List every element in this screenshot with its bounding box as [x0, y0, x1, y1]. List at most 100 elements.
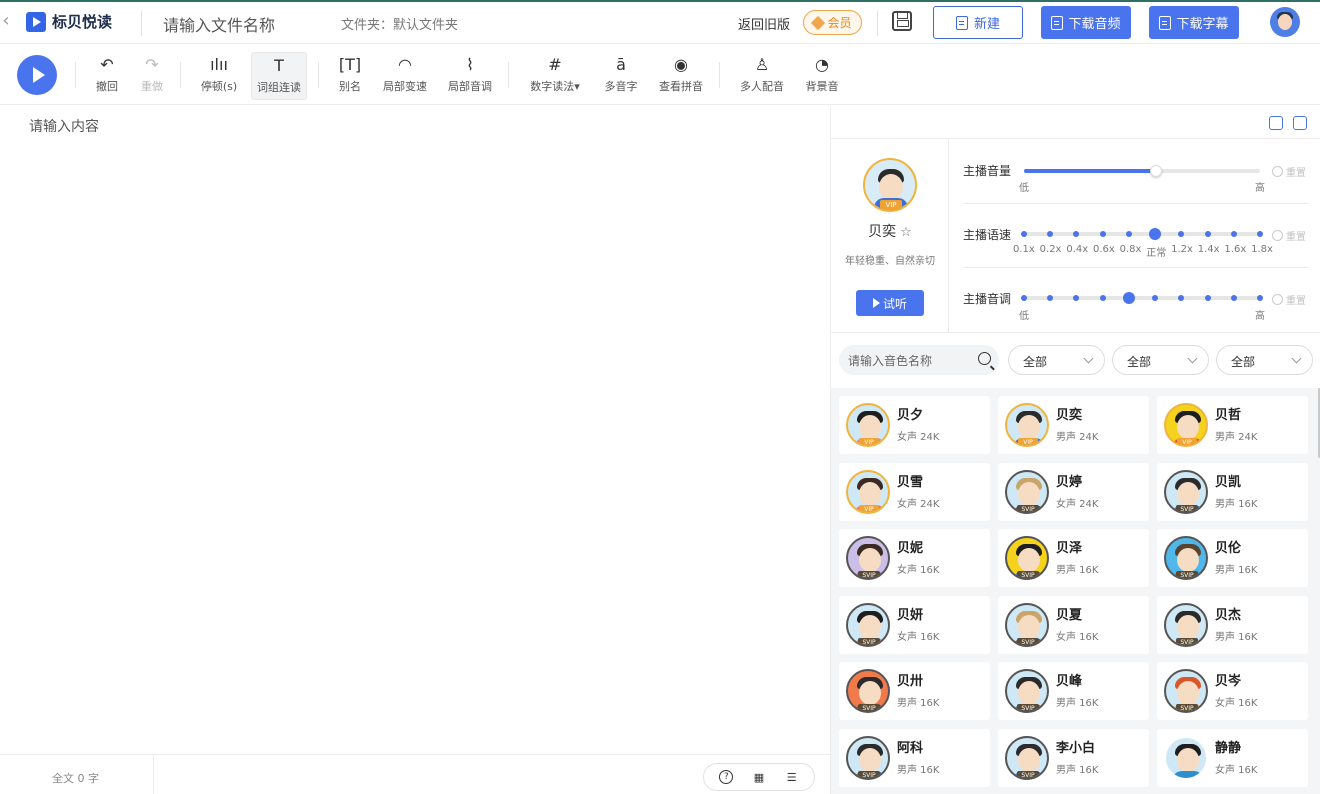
speed-tick-label[interactable]: 正常	[1146, 244, 1166, 259]
tool-pause[interactable]: ılıı 停顿(s)	[198, 52, 240, 100]
pitch-step-dot[interactable]	[1073, 295, 1080, 301]
voice-card[interactable]: SVIP 贝夏 女声 16K	[998, 595, 1149, 654]
download-subtitle-button[interactable]: 下载字幕	[1149, 6, 1239, 39]
speed-step-dot[interactable]	[1230, 231, 1237, 237]
voice-card[interactable]: VIP 贝奕 男声 24K	[998, 396, 1149, 454]
pitch-step-dot[interactable]	[1047, 295, 1054, 301]
pitch-step-dot[interactable]	[1178, 295, 1185, 301]
speed-step-dot[interactable]	[1125, 231, 1132, 237]
tool-local-speed[interactable]: ◠ 局部变速	[380, 52, 430, 100]
tool-phrase-link[interactable]: T 词组连读	[251, 52, 307, 100]
voice-card[interactable]: SVIP 贝岑 女声 16K	[1157, 662, 1308, 720]
pitch-step-dot[interactable]	[1230, 295, 1237, 301]
voice-card[interactable]: SVIP 贝杰 男声 16K	[1157, 595, 1308, 654]
try-listen-button[interactable]: 试听	[856, 290, 924, 316]
voice-meta: 男声 16K	[1215, 565, 1258, 576]
speed-tick-label[interactable]: 1.6x	[1224, 244, 1246, 259]
image-view-icon[interactable]	[1293, 116, 1307, 130]
speed-step-dot[interactable]	[1073, 231, 1080, 237]
voice-card[interactable]: SVIP 贝峰 男声 16K	[998, 662, 1149, 720]
divider	[75, 62, 76, 88]
voice-card[interactable]: VIP 贝夕 女声 24K	[839, 396, 990, 454]
speed-tick-label[interactable]: 0.4x	[1066, 244, 1088, 259]
speed-step-dot[interactable]	[1204, 231, 1211, 237]
old-version-link[interactable]: 返回旧版	[738, 14, 790, 33]
avatar-face	[1018, 415, 1040, 439]
favorite-star-icon[interactable]: ☆	[900, 225, 912, 240]
text-editor[interactable]: 请输入内容	[0, 106, 830, 754]
reset-label: 重置	[1286, 168, 1306, 179]
save-icon[interactable]	[892, 11, 912, 31]
tool-bgm[interactable]: ◔ 背景音	[801, 52, 843, 100]
voice-card[interactable]: SVIP 贝泽 男声 16K	[998, 529, 1149, 587]
new-button[interactable]: 新建	[933, 6, 1023, 39]
speed-step-dot[interactable]	[1047, 231, 1054, 237]
tool-undo[interactable]: ↶ 撤回	[92, 52, 122, 100]
volume-slider[interactable]	[1024, 165, 1260, 177]
voice-card[interactable]: 静静 女声 16K	[1157, 728, 1308, 787]
voice-name: 贝妮	[897, 541, 924, 556]
tool-polyphone[interactable]: ā 多音字	[600, 52, 642, 100]
tool-view-pinyin[interactable]: ◉ 查看拼音	[655, 52, 707, 100]
help-icon[interactable]: ?	[719, 770, 734, 784]
layout-icon[interactable]: ☰	[785, 770, 799, 784]
voice-name: 贝伦	[1215, 541, 1242, 556]
speed-tick-label[interactable]: 0.1x	[1013, 244, 1035, 259]
voice-meta: 女声 16K	[897, 631, 940, 643]
voice-card[interactable]: SVIP 贝妮 女声 16K	[839, 529, 990, 587]
voice-card[interactable]: SVIP 贝凯 男声 16K	[1157, 462, 1308, 521]
speed-step-dot[interactable]	[1099, 231, 1106, 237]
pitch-slider[interactable]	[1021, 292, 1263, 304]
voice-card[interactable]: VIP 贝雪 女声 24K	[839, 462, 990, 521]
speed-step-dot[interactable]	[1178, 231, 1185, 237]
tool-multi-voice[interactable]: ♙ 多人配音	[737, 52, 787, 100]
speed-tick-label[interactable]: 1.2x	[1171, 244, 1193, 259]
play-button[interactable]	[17, 55, 57, 95]
file-name-input[interactable]: 请输入文件名称	[163, 12, 275, 36]
speed-step-dot[interactable]	[1021, 231, 1027, 237]
pitch-reset[interactable]: 重置	[1272, 292, 1306, 307]
filter-dropdown-3[interactable]: 全部	[1216, 345, 1313, 375]
speed-tick-label[interactable]: 0.8x	[1120, 244, 1142, 259]
download-audio-button[interactable]: 下载音频	[1041, 6, 1131, 39]
speed-reset[interactable]: 重置	[1272, 228, 1306, 243]
pitch-step-dot[interactable]	[1152, 295, 1159, 301]
pitch-slider-row: 主播音调 低 高 重置	[949, 267, 1320, 331]
grid-view-icon[interactable]	[1269, 116, 1283, 130]
pitch-step-dot[interactable]	[1099, 295, 1106, 301]
tool-number-reading[interactable]: # 数字读法▾	[525, 52, 585, 100]
speed-step-dot[interactable]	[1257, 231, 1263, 237]
speed-tick-label[interactable]: 0.2x	[1040, 244, 1062, 259]
qrcode-icon[interactable]: ▦	[752, 770, 766, 784]
speed-tick-label[interactable]: 1.4x	[1198, 244, 1220, 259]
speed-tick-label[interactable]: 0.6x	[1093, 244, 1115, 259]
tool-redo[interactable]: ↷ 重做	[137, 52, 167, 100]
voice-search-input[interactable]: 请输入音色名称	[839, 345, 999, 375]
back-chevron-icon[interactable]: ‹	[0, 10, 12, 31]
speed-knob[interactable]	[1149, 228, 1162, 240]
voice-card[interactable]: SVIP 贝卅 男声 16K	[839, 662, 990, 720]
voice-card[interactable]: VIP 贝哲 男声 24K	[1157, 396, 1308, 454]
pitch-step-dot[interactable]	[1257, 295, 1263, 301]
tool-label: 别名	[339, 80, 361, 93]
user-avatar[interactable]	[1270, 7, 1300, 37]
tool-alias[interactable]: [T] 别名	[335, 52, 365, 100]
filter-dropdown-2[interactable]: 全部	[1112, 345, 1209, 375]
voice-card[interactable]: SVIP 贝妍 女声 16K	[839, 595, 990, 654]
voice-card[interactable]: SVIP 贝婷 女声 24K	[998, 462, 1149, 521]
pitch-knob[interactable]	[1122, 292, 1135, 304]
volume-knob[interactable]	[1150, 165, 1163, 177]
tool-local-pitch[interactable]: ⌇ 局部音调	[445, 52, 495, 100]
voice-card[interactable]: SVIP 李小白 男声 16K	[998, 728, 1149, 787]
voice-card[interactable]: SVIP 阿科 男声 16K	[839, 728, 990, 787]
filter-dropdown-1[interactable]: 全部	[1008, 345, 1105, 375]
pitch-step-dot[interactable]	[1021, 295, 1027, 301]
speed-tick-label[interactable]: 1.8x	[1251, 244, 1273, 259]
pitch-step-dot[interactable]	[1204, 295, 1211, 301]
folder-label[interactable]: 文件夹：默认文件夹	[341, 14, 458, 33]
voice-card[interactable]: SVIP 贝伦 男声 16K	[1157, 529, 1308, 587]
search-icon[interactable]	[978, 352, 991, 365]
vip-button[interactable]: 会员	[803, 10, 862, 35]
speed-slider[interactable]	[1021, 228, 1263, 240]
volume-reset[interactable]: 重置	[1272, 164, 1306, 179]
